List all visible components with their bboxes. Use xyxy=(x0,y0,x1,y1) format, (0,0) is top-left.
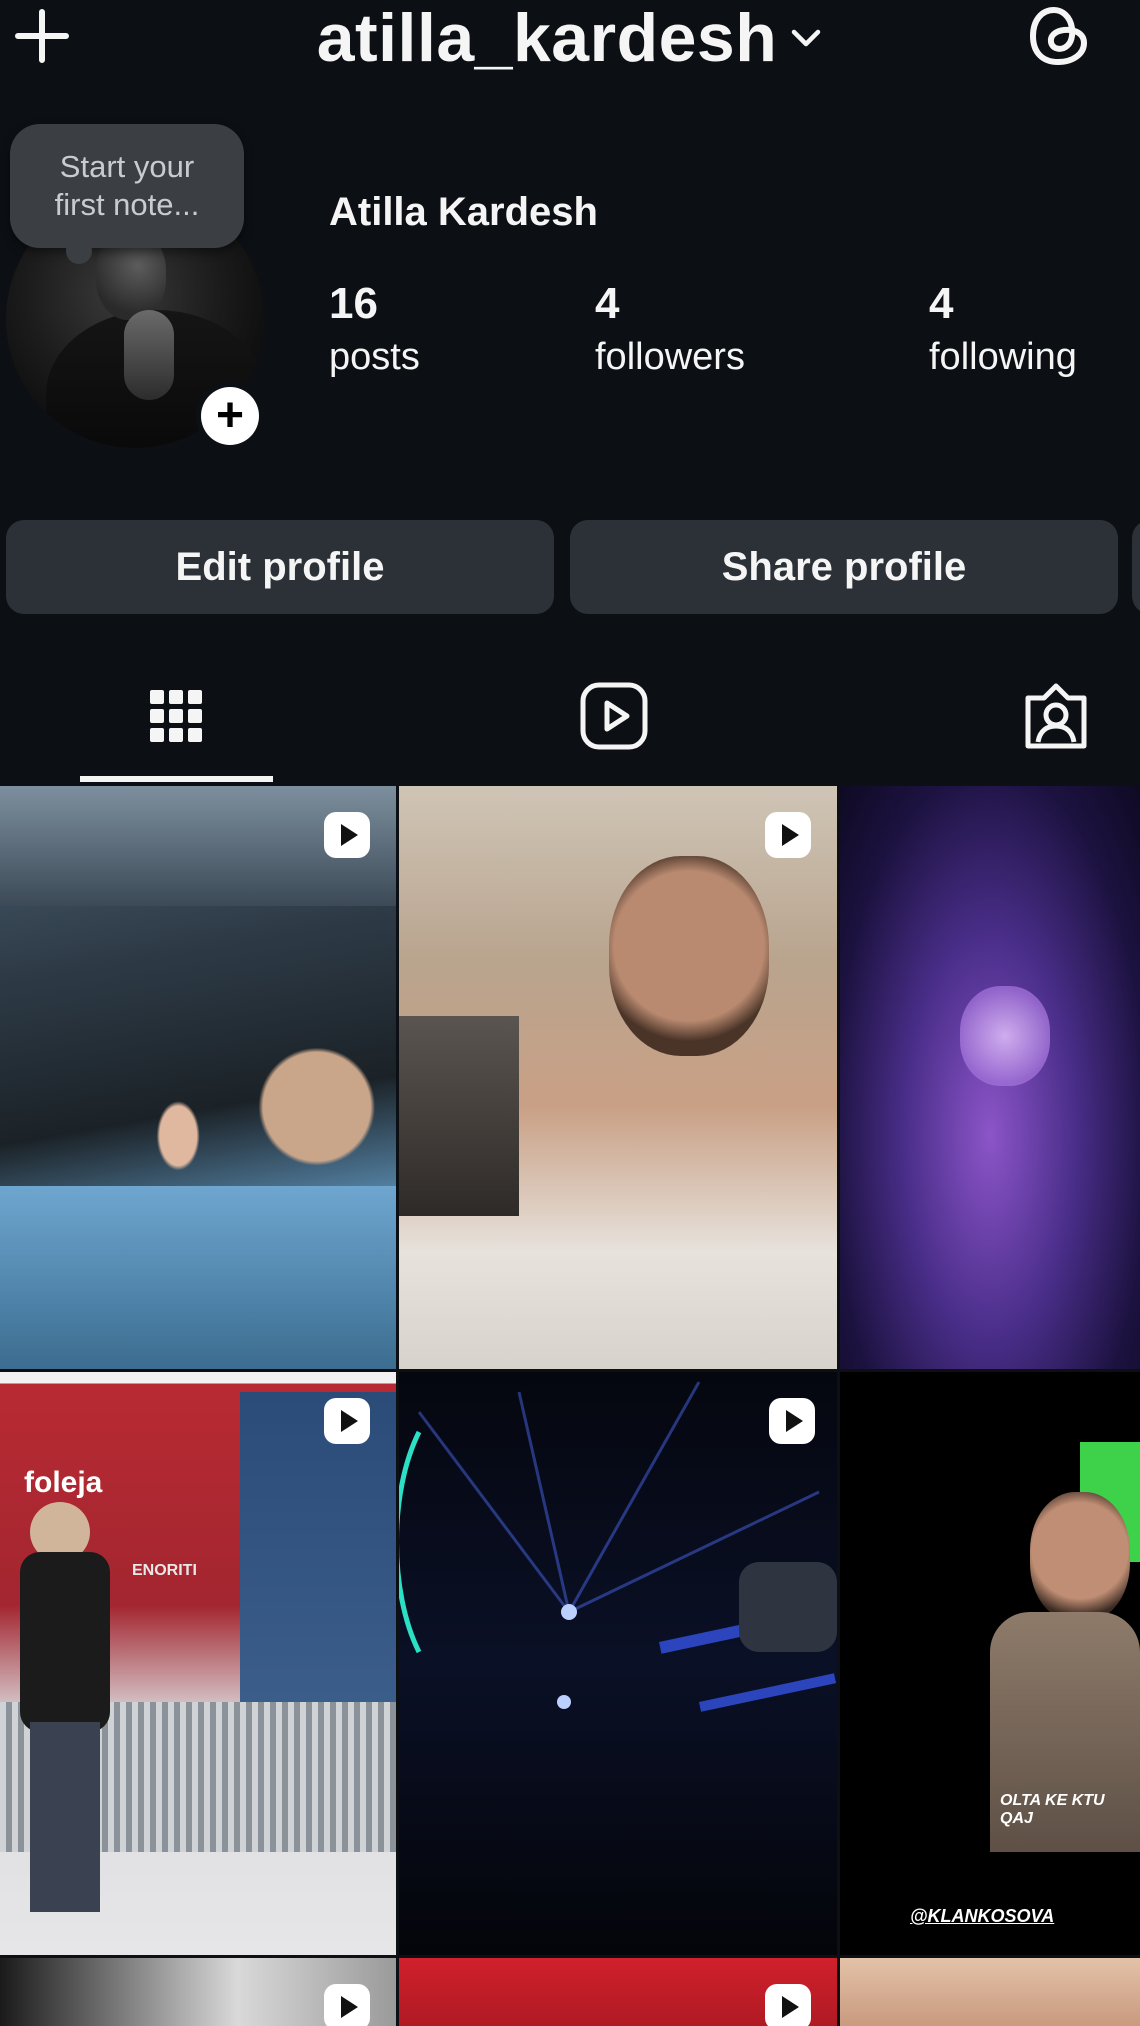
note-placeholder: Start your first note... xyxy=(54,149,200,222)
threads-icon[interactable] xyxy=(1024,0,1096,72)
reel-play-icon xyxy=(324,1398,370,1444)
grid-post-6[interactable]: OLTA KE KTU QAJ @KLANKOSOVA xyxy=(840,1372,1140,1955)
plus-icon: + xyxy=(201,387,259,445)
chevron-down-icon xyxy=(792,29,821,47)
reel-play-icon xyxy=(324,1984,370,2026)
active-tab-indicator xyxy=(80,776,273,782)
reel-play-icon xyxy=(324,812,370,858)
share-profile-button[interactable]: Share profile xyxy=(570,520,1118,614)
grid-icon[interactable] xyxy=(140,680,212,752)
reels-icon[interactable] xyxy=(578,680,650,752)
reel-play-icon xyxy=(765,1984,811,2026)
posts-count: 16 xyxy=(329,279,378,328)
posts-label: posts xyxy=(329,336,420,378)
banner-right-text: ENORITI xyxy=(132,1562,197,1579)
note-bubble[interactable]: Start your first note... xyxy=(10,124,244,264)
banner-left-text: foleja xyxy=(24,1466,103,1499)
grid-post-4[interactable]: foleja ENORITI xyxy=(0,1372,396,1955)
account-switcher[interactable]: atilla_kardesh xyxy=(0,0,1140,76)
grid-post-3[interactable] xyxy=(840,786,1140,1369)
discover-people-button[interactable] xyxy=(1132,520,1140,614)
post-caption: OLTA KE KTU QAJ xyxy=(1000,1792,1105,1827)
grid-post-7[interactable] xyxy=(0,1958,396,2026)
following-label: following xyxy=(929,336,1077,378)
grid-post-1[interactable] xyxy=(0,786,396,1369)
grid-post-2[interactable] xyxy=(399,786,837,1369)
followers-label: followers xyxy=(595,336,745,378)
following-stat[interactable]: 4 following xyxy=(929,280,1077,382)
following-count: 4 xyxy=(929,279,954,328)
edit-profile-button[interactable]: Edit profile xyxy=(6,520,554,614)
username-title: atilla_kardesh xyxy=(316,0,778,76)
reel-play-icon xyxy=(765,812,811,858)
tagged-icon[interactable] xyxy=(1020,680,1092,752)
grid-post-8[interactable] xyxy=(399,1958,837,2026)
grid-post-5[interactable] xyxy=(399,1372,837,1955)
post-handle: @KLANKOSOVA xyxy=(910,1906,1055,1926)
add-story-button[interactable]: + xyxy=(196,382,264,450)
reel-play-icon xyxy=(769,1398,815,1444)
profile-full-name: Atilla Kardesh xyxy=(329,190,598,234)
followers-stat[interactable]: 4 followers xyxy=(595,280,745,382)
posts-stat[interactable]: 16 posts xyxy=(329,280,420,382)
grid-post-9[interactable] xyxy=(840,1958,1140,2026)
followers-count: 4 xyxy=(595,279,620,328)
